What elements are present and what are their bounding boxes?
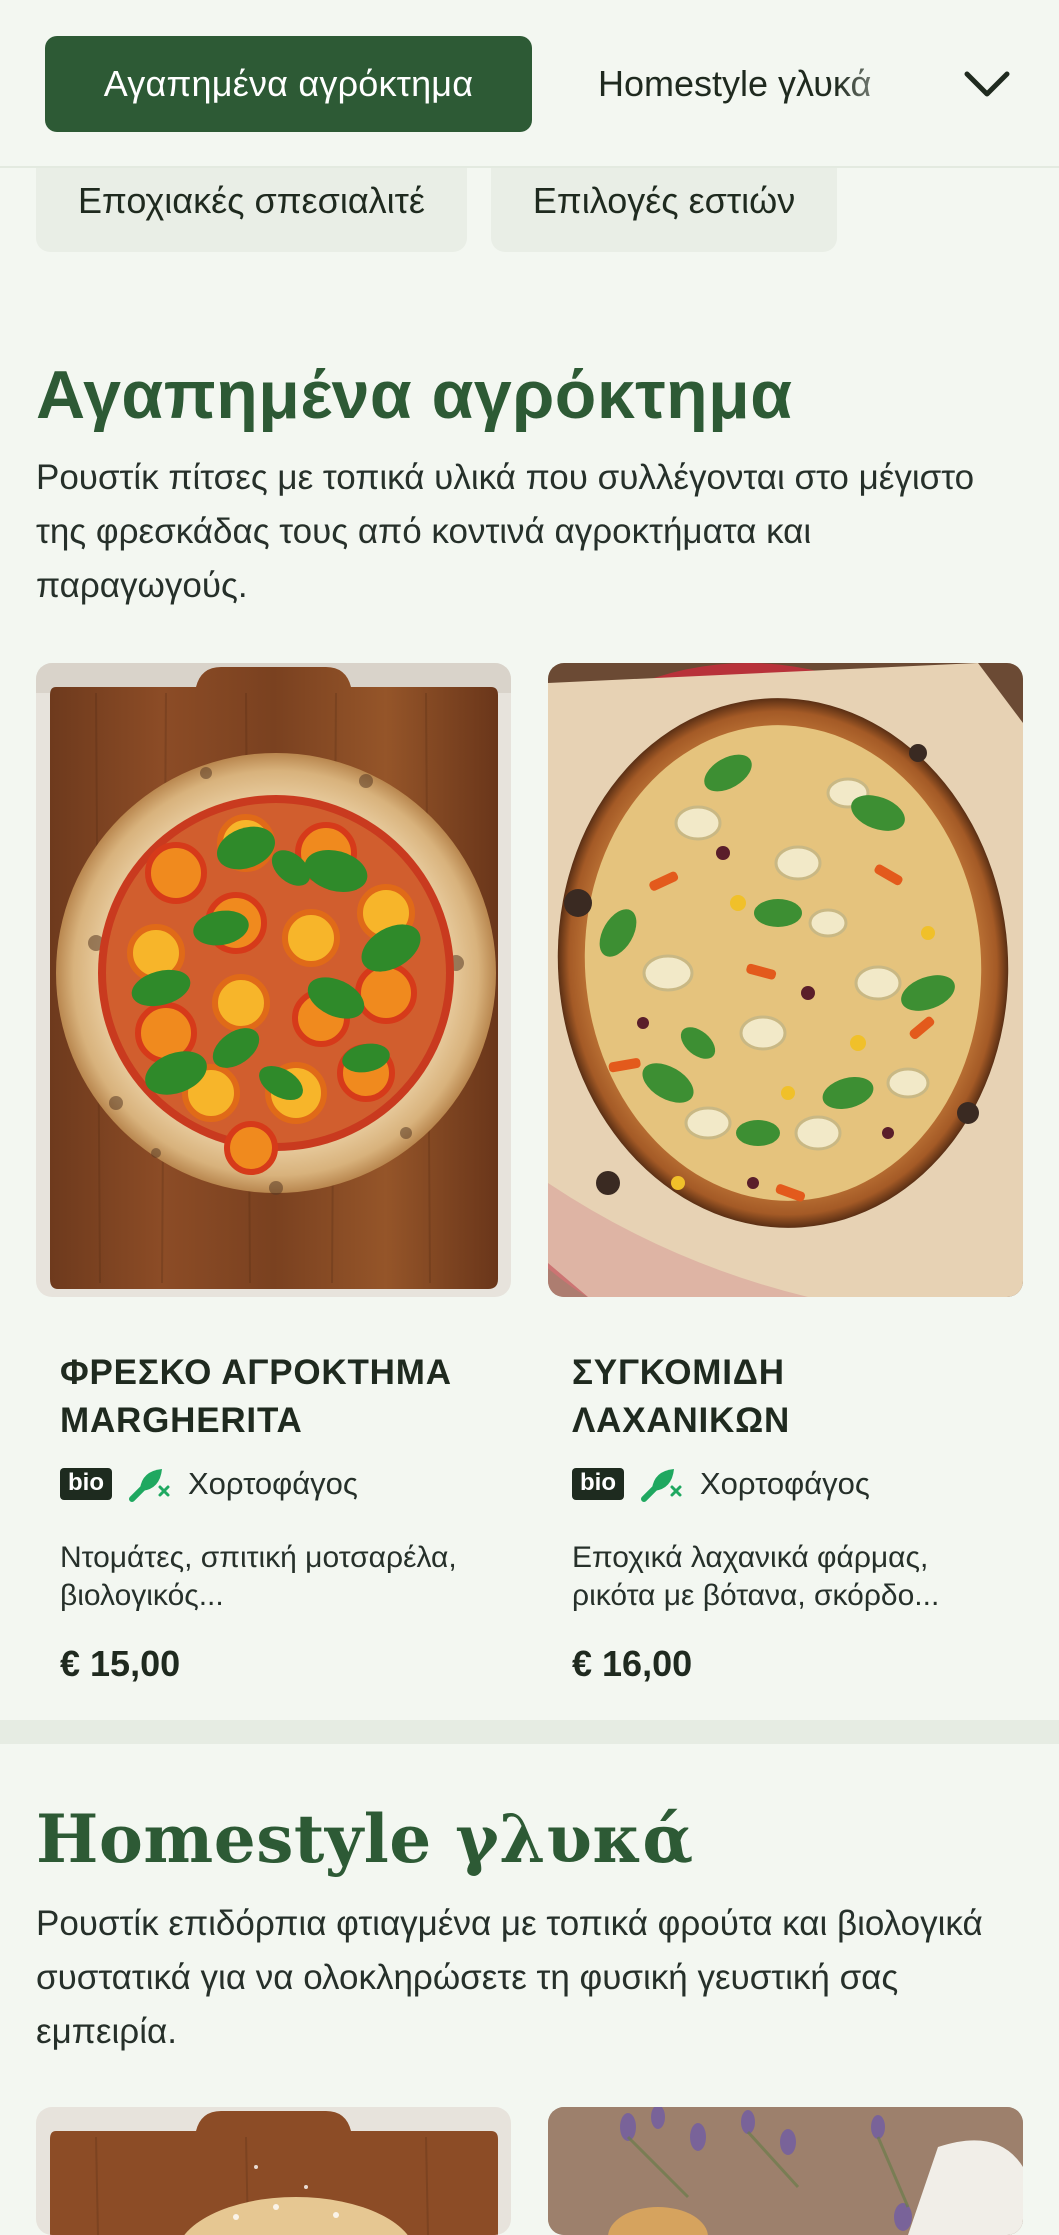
- product-description: Ντομάτες, σπιτική μοτσαρέλα, βιολογικός.…: [60, 1541, 457, 1612]
- section-divider: [0, 1720, 1059, 1744]
- section-title-farm-favorites: Αγαπημένα αγρόκτημα: [36, 357, 793, 433]
- product-card-margherita[interactable]: ΦΡΕΣΚΟ ΑΓΡΟΚΤΗΜΑ MARGHERITA bio Χορτοφάγ…: [36, 663, 511, 1685]
- product-image-vegetable-harvest[interactable]: [548, 663, 1023, 1297]
- vegetarian-icon: [129, 1469, 170, 1502]
- product-name: ΣΥΓΚΟΜΙΔΗ ΛΑΧΑΝΙΚΩΝ: [572, 1353, 791, 1440]
- chevron-down-icon: [964, 71, 1010, 97]
- diet-label: Χορτοφάγος: [188, 1466, 358, 1501]
- product-price: € 15,00: [60, 1643, 181, 1684]
- section-description-homestyle-desserts: Ρουστίκ επιδόρπια φτιαγμένα με τοπικά φρ…: [36, 1904, 983, 2051]
- product-card-dessert-2[interactable]: [548, 2107, 1023, 2235]
- diet-label: Χορτοφάγος: [700, 1466, 870, 1501]
- category-nav-bar: Αγαπημένα αγρόκτημα Homestyle γλυκά: [0, 0, 1059, 168]
- product-price: € 16,00: [572, 1643, 693, 1684]
- product-tags: bio Χορτοφάγος: [60, 1465, 487, 1503]
- category-chip-next[interactable]: Homestyle γλυκά: [598, 36, 928, 132]
- product-name: ΦΡΕΣΚΟ ΑΓΡΟΚΤΗΜΑ MARGHERITA: [60, 1353, 452, 1440]
- category-chip-active[interactable]: Αγαπημένα αγρόκτημα: [45, 36, 532, 132]
- product-image-dessert-2[interactable]: [548, 2107, 1023, 2235]
- section-description-farm-favorites: Ρουστίκ πίτσες με τοπικά υλικά που συλλέ…: [36, 458, 975, 605]
- bio-badge: bio: [572, 1468, 624, 1500]
- product-card-dessert-1[interactable]: [36, 2107, 511, 2235]
- product-image-dessert-1[interactable]: [36, 2107, 511, 2235]
- category-dropdown-button[interactable]: [945, 48, 1029, 120]
- bio-badge: bio: [60, 1468, 112, 1500]
- vegetarian-icon: [641, 1469, 682, 1502]
- product-tags: bio Χορτοφάγος: [572, 1465, 999, 1503]
- section-title-homestyle-desserts: Homestyle γλυκά: [36, 1800, 694, 1878]
- product-description: Εποχικά λαχανικά φάρμας, ρικότα με βόταν…: [572, 1541, 940, 1612]
- product-card-vegetable-harvest[interactable]: ΣΥΓΚΟΜΙΔΗ ΛΑΧΑΝΙΚΩΝ bio Χορτοφάγος Εποχι…: [548, 663, 1023, 1685]
- product-image-margherita[interactable]: [36, 663, 511, 1297]
